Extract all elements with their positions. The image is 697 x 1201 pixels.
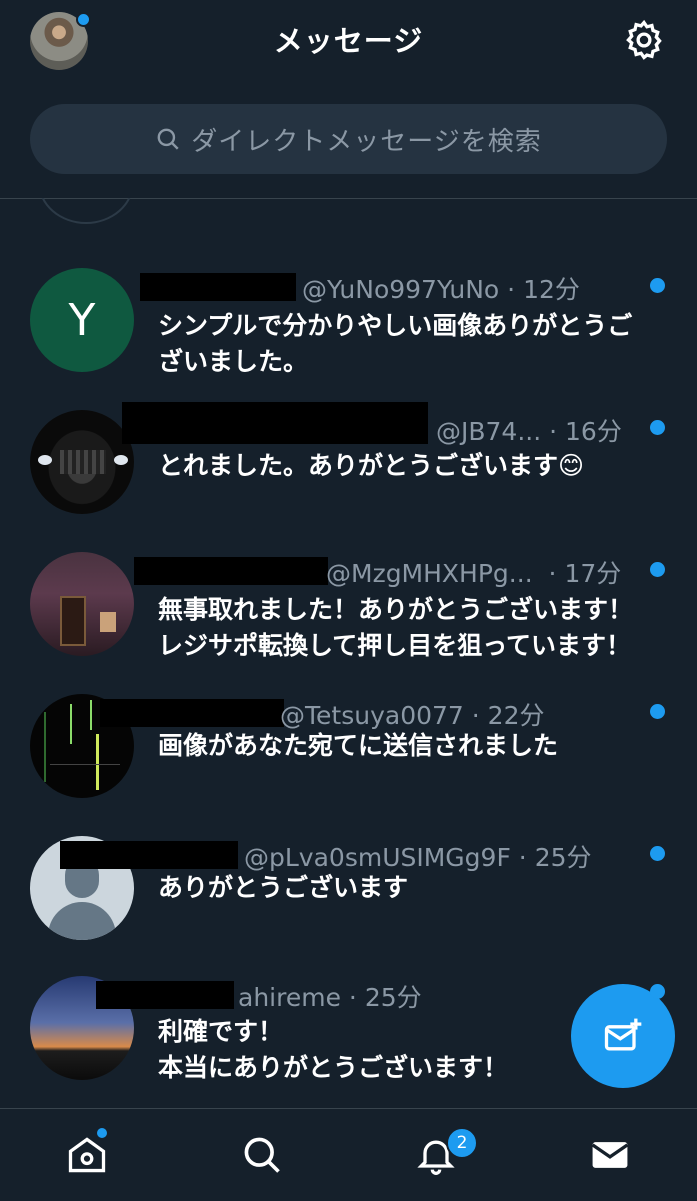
conversation-meta: @pLva0smUSIMGg9F · 25分	[244, 843, 592, 872]
conversation-row[interactable]: @JB74... · 16分 とれました。ありがとうございます😊	[0, 402, 697, 520]
header: メッセージ	[0, 0, 697, 82]
avatar: Y	[30, 268, 134, 372]
conversation-row[interactable]: @MzgMHXHPg... · 17分 無事取れました！ありがとうございます！レ…	[0, 552, 697, 672]
tab-messages[interactable]	[588, 1133, 632, 1177]
conversation-row[interactable]: @pLva0smUSIMGg9F · 25分 ありがとうございます	[0, 836, 697, 946]
redacted-name	[100, 699, 284, 727]
message-preview: とれました。ありがとうございます😊	[158, 451, 585, 480]
avatar	[30, 552, 134, 656]
search-icon	[157, 128, 179, 150]
search-placeholder: ダイレクトメッセージを検索	[191, 126, 542, 157]
unread-dot	[650, 846, 665, 861]
avatar	[30, 410, 134, 514]
conversation-meta: @YuNo997YuNo · 12分	[302, 275, 580, 304]
tab-home[interactable]	[65, 1133, 109, 1177]
message-preview: 無事取れました！ありがとうございます！ レジサポ転換して押し目を狙っています！	[158, 595, 634, 660]
new-message-icon	[604, 1018, 642, 1051]
unread-dot	[650, 420, 665, 435]
redacted-name	[140, 273, 296, 301]
mail-icon	[591, 1142, 629, 1168]
message-preview: 画像があなた宛てに送信されました	[158, 731, 559, 760]
page-title: メッセージ	[273, 24, 424, 58]
redacted-name	[134, 557, 328, 585]
home-icon	[68, 1137, 106, 1173]
search-input[interactable]: ダイレクトメッセージを検索	[30, 104, 667, 174]
conversation-meta: @MzgMHXHPg... · 17分	[326, 559, 622, 588]
message-preview: 利確です！ 本当にありがとうございます！	[158, 1017, 509, 1082]
conversation-row[interactable]: @Tetsuya0077 · 22分 画像があなた宛てに送信されました	[0, 694, 697, 804]
redacted-name	[60, 841, 238, 869]
unread-dot	[650, 704, 665, 719]
redacted-name	[96, 981, 234, 1009]
avatar-letter: Y	[68, 294, 96, 346]
conversation-row[interactable]: Y @YuNo997YuNo · 12分 シンプルで分かりやしい画像ありがとうご…	[0, 268, 697, 388]
redacted-name	[122, 402, 428, 444]
conversation-meta: ahireme · 25分	[238, 983, 422, 1012]
conversation-meta: @Tetsuya0077 · 22分	[280, 701, 545, 730]
compose-message-button[interactable]	[571, 984, 675, 1088]
home-unread-dot	[97, 1128, 107, 1138]
message-preview: ありがとうございます	[158, 873, 409, 902]
conversation-meta: @JB74... · 16分	[436, 417, 622, 446]
tab-bar	[0, 1108, 697, 1201]
message-preview: シンプルで分かりやしい画像ありがとうご ざいました。	[158, 311, 633, 376]
tab-search[interactable]	[240, 1133, 284, 1177]
search-icon	[244, 1137, 280, 1173]
unread-dot	[650, 984, 665, 999]
unread-dot	[650, 562, 665, 577]
notification-badge: 2	[446, 1127, 478, 1159]
gear-icon[interactable]	[622, 18, 666, 62]
unread-dot	[650, 278, 665, 293]
